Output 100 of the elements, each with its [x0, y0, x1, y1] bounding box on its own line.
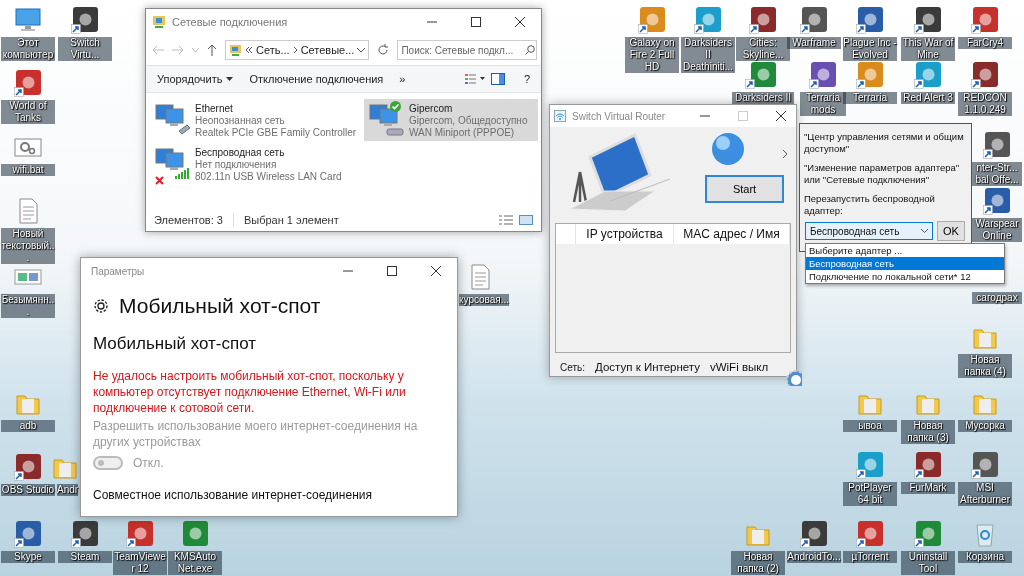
desktop-icon-label[interactable]: Uninstall Tool [901, 551, 955, 575]
column-header[interactable]: MAC адрес / Имя [674, 224, 790, 244]
desktop-icon-label[interactable]: Cities: Skyline... [736, 37, 790, 61]
desktop-icon-label[interactable]: wifi.bat [1, 164, 55, 176]
ok-button[interactable]: OK [937, 221, 965, 241]
internet-status: Доступ к Интернету [595, 361, 700, 373]
vwifi-status: vWiFi выкл [709, 361, 769, 373]
help-button[interactable]: ? [519, 71, 535, 87]
network-label: Сеть: [560, 361, 586, 373]
page-heading: Мобильный хот-спот [119, 294, 321, 318]
desktop-icon-label[interactable]: FarCry4 [958, 37, 1012, 49]
dropdown-option[interactable]: Выберите адаптер ... [806, 244, 1004, 257]
search-icon [525, 45, 536, 55]
desktop-icon-label[interactable]: MSI Afterburner [958, 482, 1012, 506]
settings-icon[interactable] [786, 370, 802, 386]
desktop-icon-label[interactable]: Новая папка (2) [731, 551, 785, 575]
desktop-icon-label[interactable]: Warspear Online [972, 218, 1022, 242]
desktop-icon-label[interactable]: Новая папка (4) [958, 354, 1012, 378]
desktop-icon-label[interactable]: µTorrent [843, 551, 897, 563]
desktop-icon-label[interactable]: Этот компьютер [1, 37, 55, 61]
adapter-name: 802.11n USB Wireless LAN Card [195, 171, 342, 183]
desktop-icon-label[interactable]: Warframe [787, 37, 841, 49]
desktop-icon-label[interactable]: Безымянн... [1, 294, 55, 318]
connection-item[interactable]: Gipercom Gipercom, Общедоступно WAN Miniport (PPPOE) [364, 99, 538, 141]
desktop-icon-label[interactable]: nter-Str... bal Offe... [972, 162, 1022, 186]
desktop-icon-label[interactable]: KMSAuto Net.exe [168, 551, 222, 575]
desktop-icon-label[interactable]: Terraria [843, 92, 897, 104]
connection-name: Ethernet [195, 103, 234, 115]
error-message: Не удалось настроить мобильный хот-спот, поскольку у компьютер отсутствует подключение Ethernet, Wi-Fi или подключение к сотовой сети. [93, 368, 407, 416]
desktop-icon-label[interactable]: Switch Virtu... [58, 37, 112, 61]
desktop-icon-label[interactable]: Galaxy on Fire 2 Full HD [625, 37, 679, 73]
setting-description: Разрешить использование моего интернет-соединения на других устройствах [93, 418, 419, 450]
desktop-icon-label[interactable]: курсовая... [459, 294, 510, 306]
desktop-icon-label[interactable]: Новая папка (3) [901, 420, 955, 444]
organize-menu-button[interactable]: Упорядочить [152, 71, 239, 87]
desktop-icon-label[interactable]: Корзина [958, 551, 1012, 563]
connection-status: Нет подключения [195, 159, 278, 171]
breadcrumb[interactable]: Сеть... [256, 44, 290, 56]
connection-name: Gipercom [409, 103, 454, 115]
toolbar-button[interactable]: » [394, 71, 411, 87]
maximize-icon[interactable] [387, 266, 397, 276]
desktop-icon-label[interactable]: AndroidTo... [787, 551, 841, 563]
desktop-icon-label[interactable]: Plague Inc - Evolved [843, 37, 897, 61]
close-icon[interactable] [431, 266, 441, 276]
preview-pane-icon[interactable] [491, 73, 505, 85]
address-bar[interactable]: Сеть... Сетевые... [225, 40, 370, 60]
window-title: Switch Virtual Router [572, 110, 667, 122]
desktop-icon-label[interactable]: Новый текстовый... [1, 228, 55, 264]
desktop-icon-label[interactable]: Andr [57, 484, 79, 496]
up-arrow-icon[interactable] [207, 44, 217, 56]
desktop-icon-label[interactable]: Skype [1, 551, 55, 563]
start-button[interactable]: Start [705, 175, 784, 203]
connection-status: Gipercom, Общедоступно [409, 115, 528, 127]
adapter-name: Realtek PCIe GBE Family Controller [195, 127, 357, 139]
dropdown-value: Беспроводная сеть [810, 225, 900, 237]
desktop-icon-label[interactable]: Terraria mods [800, 92, 846, 116]
chevron-right-icon[interactable] [782, 149, 788, 159]
desktop-icon-label[interactable]: Red Alert 3 [901, 92, 955, 104]
desktop-icon-label[interactable]: Мусорка [958, 420, 1012, 432]
adapter-dropdown[interactable]: Беспроводная сеть [805, 222, 933, 240]
toggle-label: Откл. [133, 456, 164, 470]
help-text: Перезапустить беспроводной адаптер: [804, 193, 936, 217]
column-header[interactable]: IP устройства [576, 224, 674, 244]
help-text: "Центр управления сетями и общим доступом" [804, 131, 965, 155]
close-icon[interactable] [776, 111, 786, 121]
desktop-icon-label[interactable]: FurMark [901, 482, 955, 494]
view-options-icon[interactable] [465, 73, 485, 85]
desktop-icon-label[interactable]: Darksiders II Deathiniti... [681, 37, 735, 73]
network-folder-icon [229, 43, 242, 57]
maximize-icon[interactable] [471, 17, 481, 27]
desktop-icon-label[interactable]: сагодрах [972, 292, 1022, 304]
large-icons-view-icon[interactable] [519, 215, 533, 225]
desktop-icon-label[interactable]: TeamViewer 12 [113, 551, 167, 575]
desktop-icon-label[interactable]: World of Tanks [1, 100, 55, 124]
network-adapter-icon [367, 101, 405, 137]
dropdown-option[interactable]: Беспроводная сеть [806, 257, 1004, 270]
connection-item[interactable]: Беспроводная сеть Нет подключения 802.11n USB Wireless LAN Card [150, 143, 362, 185]
desktop-icon-label[interactable]: REDCON 1.1.0.249 [958, 92, 1012, 116]
double-chevron-icon [245, 46, 253, 54]
toolbar-button[interactable]: Отключение подключения [244, 71, 389, 87]
desktop-icon-label[interactable]: adb [1, 420, 55, 432]
caret-icon [226, 77, 234, 81]
connection-item[interactable]: Ethernet Неопознанная сеть Realtek PCIe GBE Family Controller [150, 99, 362, 141]
search-field[interactable]: Поиск: Сетевые подкл... [397, 40, 538, 60]
close-icon[interactable] [515, 17, 525, 27]
breadcrumb[interactable]: Сетевые... [300, 44, 355, 56]
window-title: Параметры [91, 265, 146, 277]
desktop-icon-label[interactable]: ывоа [843, 420, 897, 432]
chevron-icon [292, 46, 298, 54]
desktop-icon-label[interactable]: Steam [58, 551, 112, 563]
help-text: "Изменение параметров адаптера" или "Сетевые подключения" [804, 162, 961, 186]
network-adapter-icon [153, 145, 191, 181]
desktop-icon-label[interactable]: PotPlayer 64 bit [843, 482, 897, 506]
refresh-icon[interactable] [377, 44, 390, 56]
desktop-icon-label[interactable]: This War of Mine [901, 37, 955, 61]
dropdown-option[interactable]: Подключение по локальной сети* 12 [806, 270, 1004, 283]
dropdown-caret-icon[interactable] [357, 47, 366, 53]
desktop-icon-label[interactable]: Darksiders II [732, 92, 794, 104]
desktop-icon-label[interactable]: OBS Studio [1, 484, 55, 496]
wifi-icon [554, 110, 566, 122]
